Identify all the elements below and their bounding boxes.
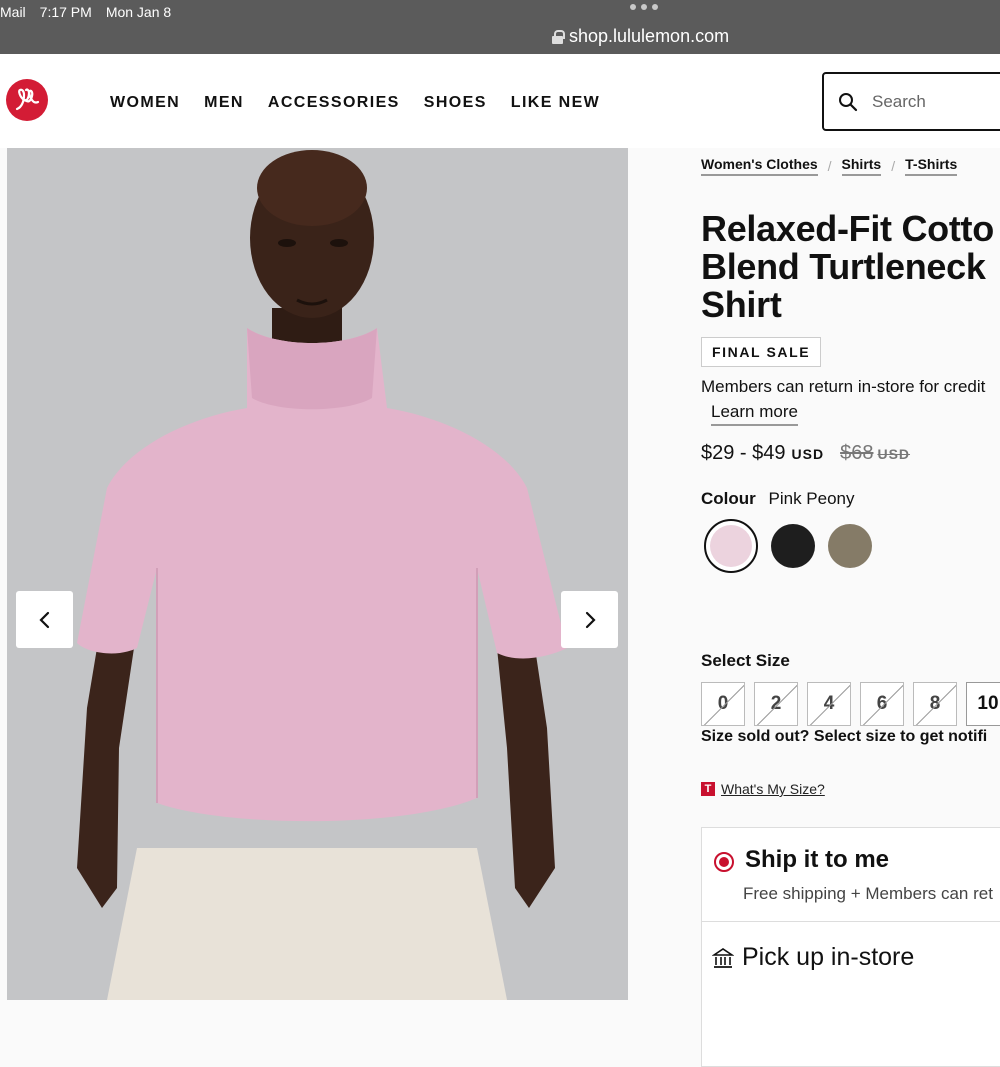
swatch-pink-peony-fill <box>710 525 752 567</box>
chevron-left-icon <box>38 611 49 628</box>
size-2-button[interactable]: 2 <box>754 682 798 726</box>
pick-up-in-store-option[interactable]: Pick up in-store <box>712 943 914 972</box>
original-price: $68 <box>840 442 874 464</box>
radio-selected-icon[interactable] <box>714 852 734 872</box>
size-10-button[interactable]: 10 <box>966 682 1000 726</box>
lock-icon <box>552 29 565 44</box>
status-time: 7:17 PM <box>39 4 92 20</box>
product-title-line-2: Blend Turtleneck <box>701 246 986 287</box>
swatch-olive[interactable] <box>828 524 872 568</box>
next-image-button[interactable] <box>561 591 618 648</box>
breadcrumb-t-shirts[interactable]: T-Shirts <box>905 156 958 176</box>
pick-up-in-store-label: Pick up in-store <box>742 943 915 971</box>
nav-accessories[interactable]: ACCESSORIES <box>268 94 400 112</box>
sale-price-range: $29 - $49 <box>701 442 786 464</box>
breadcrumb-shirts[interactable]: Shirts <box>841 156 882 176</box>
main-nav: WOMEN MEN ACCESSORIES SHOES LIKE NEW <box>110 94 600 112</box>
search-box[interactable] <box>822 72 1000 131</box>
nav-women[interactable]: WOMEN <box>110 94 180 112</box>
status-left: Mail 7:17 PM Mon Jan 8 <box>0 4 171 20</box>
colour-value: Pink Peony <box>768 489 855 508</box>
chevron-right-icon <box>585 611 596 628</box>
price: $29 - $49 USD $68 USD <box>701 442 910 465</box>
nav-shoes[interactable]: SHOES <box>424 94 487 112</box>
size-0-button[interactable]: 0 <box>701 682 745 726</box>
members-return-note: Members can return in-store for credit <box>701 377 986 396</box>
breadcrumb-separator: / <box>827 158 832 174</box>
search-icon <box>839 92 858 111</box>
learn-more-link[interactable]: Learn more <box>711 402 798 426</box>
final-sale-badge: FINAL SALE <box>701 337 822 367</box>
product-title-line-1: Relaxed-Fit Cotto <box>701 208 994 249</box>
size-sold-out-note: Size sold out? Select size to get notifi <box>701 728 988 745</box>
url-text: shop.lululemon.com <box>569 26 730 46</box>
fulfillment-options: Ship it to me Free shipping + Members ca… <box>701 827 1000 1067</box>
status-app[interactable]: Mail <box>0 4 26 20</box>
ship-it-to-me-subtitle: Free shipping + Members can ret <box>743 884 993 903</box>
search-input[interactable] <box>872 91 992 112</box>
product-image-gallery <box>7 148 628 1000</box>
colour-row: Colour Pink Peony <box>701 489 855 509</box>
address-bar[interactable]: shop.lululemon.com <box>552 26 729 47</box>
price-currency: USD <box>791 446 825 462</box>
colour-swatches <box>704 519 872 573</box>
previous-image-button[interactable] <box>16 591 73 648</box>
ios-status-bar: Mail 7:17 PM Mon Jan 8 shop.lululemon.co… <box>0 0 1000 54</box>
lululemon-logo-icon[interactable] <box>6 79 48 121</box>
product-photo[interactable] <box>7 148 628 1000</box>
nav-like-new[interactable]: LIKE NEW <box>511 94 600 112</box>
colour-label: Colour <box>701 489 756 508</box>
select-size-label: Select Size <box>701 651 790 670</box>
size-4-button[interactable]: 4 <box>807 682 851 726</box>
breadcrumb-separator: / <box>891 158 896 174</box>
size-options: 0 2 4 6 8 10 <box>701 682 1000 726</box>
sold-out-slash <box>914 683 956 725</box>
size-guide-t-icon: T <box>701 782 715 796</box>
ship-it-to-me-option[interactable]: Ship it to me Free shipping + Members ca… <box>702 828 1000 922</box>
multitasking-dots-icon[interactable] <box>630 4 658 10</box>
size-8-button[interactable]: 8 <box>913 682 957 726</box>
sold-out-slash <box>702 683 744 725</box>
ship-it-to-me-title: Ship it to me <box>745 846 889 873</box>
product-details-panel: Women's Clothes / Shirts / T-Shirts Rela… <box>628 148 1000 1067</box>
original-price-currency: USD <box>877 446 911 462</box>
nav-men[interactable]: MEN <box>204 94 244 112</box>
product-title: Relaxed-Fit Cotto Blend Turtleneck Shirt <box>701 210 1000 324</box>
status-date: Mon Jan 8 <box>105 4 172 20</box>
whats-my-size-link[interactable]: T What's My Size? <box>701 781 825 797</box>
swatch-black[interactable] <box>771 524 815 568</box>
sold-out-slash <box>808 683 850 725</box>
site-header: WOMEN MEN ACCESSORIES SHOES LIKE NEW <box>0 54 1000 148</box>
product-title-line-3: Shirt <box>701 284 782 325</box>
size-label: 10 <box>977 693 999 714</box>
breadcrumb-womens-clothes[interactable]: Women's Clothes <box>701 156 818 176</box>
store-icon <box>712 947 734 968</box>
swatch-pink-peony[interactable] <box>704 519 758 573</box>
size-6-button[interactable]: 6 <box>860 682 904 726</box>
breadcrumb: Women's Clothes / Shirts / T-Shirts <box>701 156 958 176</box>
whats-my-size-label[interactable]: What's My Size? <box>721 781 825 797</box>
sold-out-slash <box>861 683 903 725</box>
sold-out-slash <box>755 683 797 725</box>
